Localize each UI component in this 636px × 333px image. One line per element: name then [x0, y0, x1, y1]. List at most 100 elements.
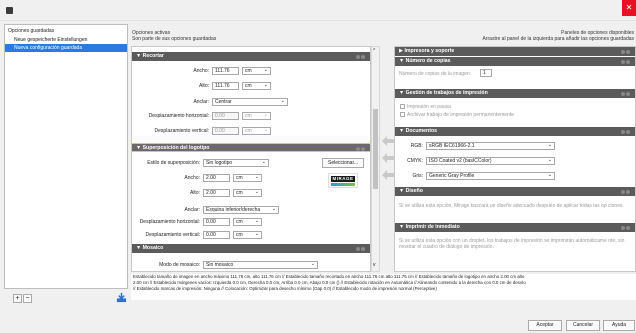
select-logo-button[interactable]: Seleccionar... — [322, 158, 364, 168]
crop-anchor-select[interactable]: Centrar — [212, 98, 288, 106]
crop-hoffset-field[interactable]: 0.00 — [212, 112, 239, 120]
section-controls-icon[interactable] — [620, 49, 632, 54]
overlay-hoffset-label: Desplazamiento horizontal: — [139, 219, 200, 225]
jobs-section-header[interactable]: ▼ Gestión de trabajos de impresión — [395, 89, 635, 98]
overlay-anchor-label: Anclar: — [184, 207, 200, 213]
overlay-width-field[interactable]: 2.00 — [203, 174, 230, 182]
copies-title: Número de copias — [405, 58, 451, 64]
available-panels: ▶ Impresora y soporte ▼ Número de copias… — [394, 46, 636, 272]
add-button[interactable]: + — [13, 294, 22, 303]
design-title: Diseño — [405, 188, 423, 194]
instant-print-title: Imprimir de inmediato — [405, 224, 460, 230]
drag-left-arrow-icon — [382, 136, 394, 146]
remove-button[interactable]: − — [23, 294, 32, 303]
crop-title: Recortar — [142, 53, 164, 59]
mosaic-section-header[interactable]: ▼ Mosaico — [132, 244, 370, 253]
documents-section-header[interactable]: ▼ Documentos — [395, 127, 635, 136]
archive-checkbox[interactable] — [400, 112, 405, 117]
help-button[interactable]: Ayuda — [603, 320, 635, 331]
log-line: // Establecido marcas de impresión: Ning… — [133, 286, 437, 291]
crop-hoffset-label: Desplazamiento horizontal: — [148, 113, 209, 119]
rgb-label: RGB: — [410, 143, 423, 149]
section-controls-icon[interactable] — [620, 91, 632, 96]
overlay-voffset-field[interactable]: 0.00 — [203, 231, 230, 239]
crop-section-header[interactable]: ▼ Recortar — [132, 52, 370, 61]
design-section-header[interactable]: ▼ Diseño — [395, 187, 635, 196]
copies-field[interactable]: 1 — [480, 69, 492, 77]
section-controls-icon[interactable] — [620, 59, 632, 64]
design-description: Si se utiliza esta opción, Mirage buscar… — [399, 203, 624, 209]
documents-title: Documentos — [405, 128, 437, 134]
printer-title: Impresora y soporte — [404, 48, 455, 54]
active-panel-scrollbar[interactable]: ^ v — [371, 46, 380, 272]
hold-label: Impresión en pausa — [407, 104, 451, 110]
mosaic-mode-label: Modo de mosaico: — [159, 262, 200, 268]
overlay-height-label: Alto: — [189, 190, 200, 196]
mosaic-title: Mosaico — [142, 245, 164, 251]
logo-overlay-section-header[interactable]: ▼ Superposición del logotipo — [132, 143, 370, 152]
mosaic-mode-select[interactable]: Sin mosaico — [203, 261, 318, 269]
copies-section-header[interactable]: ▼ Número de copias — [395, 57, 635, 66]
overlay-voffset-unit[interactable]: cm — [233, 231, 262, 239]
saved-settings-list: Opciones guardadas Neue gespeicherte Ein… — [4, 24, 128, 289]
overlay-anchor-select[interactable]: Esquina inferior/derecha — [203, 206, 279, 214]
crop-hoffset-unit[interactable]: cm — [242, 112, 271, 120]
app-icon — [6, 7, 13, 14]
jobs-title: Gestión de trabajos de impresión — [405, 90, 488, 96]
archive-label: Archivar trabajo de impresión permanente… — [407, 112, 514, 118]
overlay-hoffset-unit[interactable]: cm — [233, 218, 262, 226]
crop-width-field[interactable]: 111.76 — [212, 67, 239, 75]
close-button[interactable]: ✕ — [622, 0, 636, 16]
section-controls-icon[interactable] — [355, 146, 367, 151]
crop-voffset-field[interactable]: 0.00 — [212, 127, 239, 135]
crop-anchor-label: Anclar: — [193, 99, 209, 105]
overlay-voffset-label: Desplazamiento vertical: — [145, 232, 200, 238]
title-bar — [0, 0, 636, 21]
hold-checkbox[interactable] — [400, 104, 405, 109]
logo-preview-stripe — [331, 183, 355, 186]
instant-print-description: Si se utiliza esta opción con un droplet… — [399, 238, 625, 250]
rgb-profile-select[interactable]: sRGB IEC61966-2.1 — [426, 142, 555, 150]
section-controls-icon[interactable] — [620, 225, 632, 230]
ok-button[interactable]: Aceptar — [528, 320, 562, 331]
list-item-new-settings-es[interactable]: Nueva configuración guardada — [5, 44, 127, 52]
cancel-button[interactable]: Cancelar — [566, 320, 600, 331]
copies-label: Número de copias de la imagen: — [399, 71, 471, 77]
overlay-height-field[interactable]: 2.00 — [203, 189, 230, 197]
cmyk-profile-select[interactable]: ISO Coated v2 (basICColor) — [426, 157, 555, 165]
section-controls-icon[interactable] — [620, 129, 632, 134]
scrollbar-thumb[interactable] — [373, 109, 378, 189]
list-item-new-settings-de[interactable]: Neue gespeicherte Einstellungen — [5, 36, 127, 44]
overlay-height-unit[interactable]: cm — [233, 189, 262, 197]
logo-overlay-title: Superposición del logotipo — [142, 145, 210, 151]
scroll-up-icon[interactable]: ^ — [373, 49, 375, 54]
crop-voffset-unit[interactable]: cm — [242, 127, 271, 135]
section-controls-icon[interactable] — [355, 246, 367, 251]
scroll-down-icon[interactable]: v — [373, 263, 376, 268]
crop-voffset-label: Desplazamiento vertical: — [154, 128, 209, 134]
instant-print-section-header[interactable]: ▼ Imprimir de inmediato — [395, 223, 635, 232]
crop-height-field[interactable]: 111.76 — [212, 82, 239, 90]
cmyk-label: CMYK: — [407, 158, 423, 164]
crop-width-label: Ancho: — [193, 68, 209, 74]
logo-preview: MIRAGE — [328, 173, 358, 188]
drag-left-arrow-icon — [382, 153, 394, 163]
active-options-panel: ▼ Recortar Ancho: 111.76 cm Alto: 111.76… — [131, 46, 371, 272]
overlay-width-unit[interactable]: cm — [233, 174, 262, 182]
overlay-hoffset-field[interactable]: 0.00 — [203, 218, 230, 226]
list-item-saved-options[interactable]: Opciones guardadas — [5, 27, 127, 35]
overlay-style-select[interactable]: Sin logotipo — [203, 159, 269, 167]
crop-width-unit[interactable]: cm — [242, 67, 271, 75]
gray-profile-select[interactable]: Generic Gray Profile — [426, 172, 555, 180]
section-controls-icon[interactable] — [355, 54, 367, 59]
active-options-subtitle: Son parte de sus opciones guardadas — [132, 36, 217, 42]
overlay-width-label: Ancho: — [184, 175, 200, 181]
section-controls-icon[interactable] — [620, 189, 632, 194]
gray-label: Gris: — [412, 173, 423, 179]
printer-section-header[interactable]: ▶ Impresora y soporte — [395, 47, 635, 56]
available-panels-subtitle: Arrastre al panel de la izquierda para a… — [482, 36, 634, 42]
activity-log: Establecido tamaño de imagen en ancho má… — [131, 274, 636, 300]
import-icon[interactable] — [116, 292, 127, 303]
crop-height-unit[interactable]: cm — [242, 82, 271, 90]
drag-left-arrow-icon — [382, 170, 394, 180]
